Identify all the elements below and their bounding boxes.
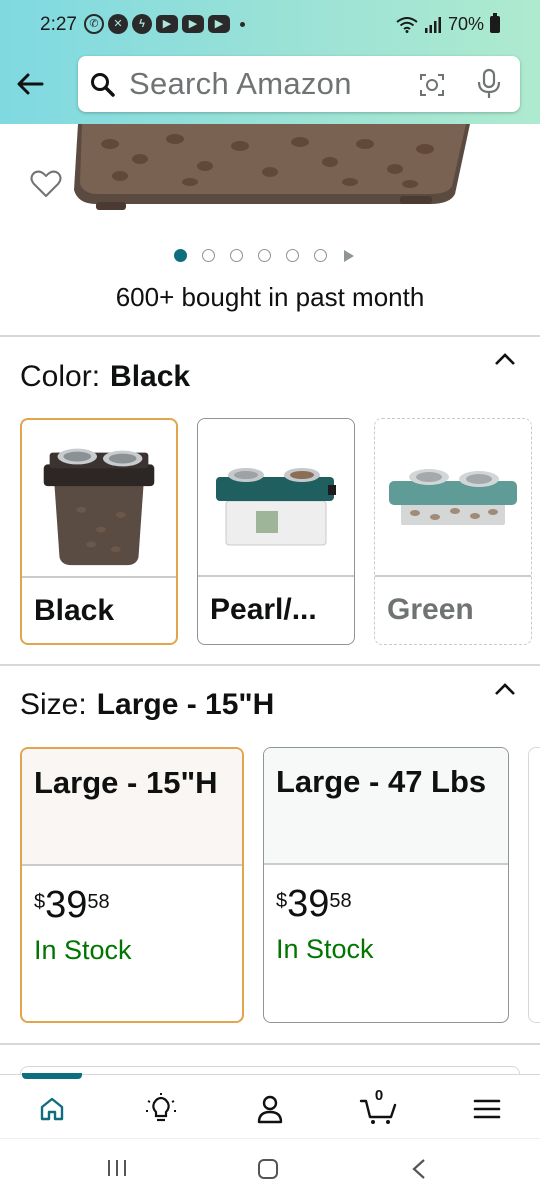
section-divider	[0, 335, 540, 337]
section-divider	[0, 1043, 540, 1045]
youtube-icon: ▶	[208, 15, 230, 33]
search-input[interactable]: Search Amazon	[129, 66, 352, 102]
status-bar: 2:27 ✆ ✕ ϟ ▶ ▶ ▶ 70%	[0, 0, 540, 52]
youtube-icon: ▶	[156, 15, 178, 33]
size-option-separator	[264, 863, 508, 865]
back-button[interactable]	[12, 66, 48, 102]
whatsapp-icon: ✆	[84, 14, 104, 34]
home-icon	[40, 1097, 64, 1121]
color-option-label: Pearl/...	[210, 593, 317, 626]
chevron-up-icon[interactable]	[494, 352, 516, 366]
video-play-icon[interactable]	[344, 249, 354, 262]
youtube-icon: ▶	[182, 15, 204, 33]
wishlist-heart-button[interactable]	[30, 170, 62, 203]
price-symbol: $	[34, 891, 46, 913]
battery-percent: 70%	[447, 14, 484, 34]
camera-scan-icon[interactable]	[418, 71, 446, 99]
price-fraction: 58	[329, 890, 352, 912]
system-navigation	[0, 1138, 540, 1200]
stock-status: In Stock	[276, 934, 374, 964]
messenger-icon: ϟ	[132, 14, 152, 34]
carousel-dot[interactable]	[174, 249, 187, 262]
cart-count-badge: 0	[374, 1087, 384, 1104]
product-image-graphic	[74, 124, 470, 210]
heart-icon	[30, 170, 62, 197]
more-notifications-dot	[240, 21, 245, 27]
account-icon	[257, 1095, 283, 1124]
color-option-label: Green	[387, 593, 474, 626]
stock-status: In Stock	[34, 935, 132, 965]
section-divider	[0, 664, 540, 666]
status-right: 70%	[396, 13, 500, 35]
price-whole: 39	[45, 884, 88, 926]
pearl-feeder-image	[216, 468, 336, 546]
color-selected-value: Black	[110, 360, 191, 393]
arrow-left-icon	[17, 73, 44, 95]
nav-cart[interactable]: 0	[358, 1087, 400, 1129]
color-option-green[interactable]: Green	[374, 418, 532, 645]
microphone-icon[interactable]	[476, 68, 502, 100]
size-option-next[interactable]	[528, 747, 540, 1023]
carousel-dot[interactable]	[286, 249, 299, 262]
carousel-dot[interactable]	[230, 249, 243, 262]
recents-icon[interactable]	[106, 1157, 128, 1179]
color-label: Color:	[20, 360, 101, 393]
size-option-large-47-lbs[interactable]: Large - 47 Lbs $ 39 58 In Stock	[263, 747, 509, 1023]
active-tab-indicator	[22, 1073, 82, 1079]
carousel-dot[interactable]	[258, 249, 271, 262]
carousel-dot[interactable]	[314, 249, 327, 262]
notification-icons: ✆ ✕ ϟ ▶ ▶ ▶	[84, 14, 245, 34]
battery-icon	[490, 13, 500, 33]
carousel-dot[interactable]	[202, 249, 215, 262]
lightbulb-icon	[146, 1093, 176, 1122]
signal-icon	[424, 16, 441, 33]
nav-inspire[interactable]	[141, 1089, 181, 1129]
size-label: Size:	[20, 688, 87, 721]
bottom-navigation: 0	[0, 1073, 540, 1138]
swatch-separator	[375, 575, 531, 577]
size-option-separator	[22, 864, 242, 866]
size-option-name: Large - 47 Lbs	[276, 764, 487, 799]
product-image[interactable]	[0, 124, 540, 234]
chevron-up-icon[interactable]	[494, 682, 516, 696]
price-whole: 39	[287, 883, 330, 925]
color-option-black[interactable]: Black	[20, 418, 178, 645]
nav-home[interactable]	[32, 1089, 72, 1129]
green-feeder-image	[389, 469, 517, 525]
nav-account[interactable]	[250, 1089, 290, 1129]
size-option-name: Large - 15"H	[34, 765, 218, 800]
bought-count-text: 600+ bought in past month	[115, 282, 425, 312]
size-section-title: Size: Large - 15"H	[20, 688, 274, 722]
black-feeder-image	[43, 448, 155, 566]
back-chevron-icon[interactable]	[410, 1157, 428, 1181]
size-option-price: $ 39 58	[276, 884, 352, 924]
x-icon: ✕	[108, 14, 128, 34]
size-option-price: $ 39 58	[34, 885, 110, 925]
color-option-label: Black	[34, 594, 115, 627]
color-section-title: Color: Black	[20, 360, 190, 394]
color-option-pearl[interactable]: Pearl/...	[197, 418, 355, 645]
home-circle-icon[interactable]	[256, 1157, 280, 1181]
search-icon	[91, 73, 115, 97]
swatch-separator	[22, 576, 176, 578]
status-time: 2:27	[40, 14, 77, 35]
swatch-separator	[198, 575, 354, 577]
price-fraction: 58	[87, 891, 110, 913]
price-symbol: $	[276, 890, 288, 912]
menu-icon	[473, 1099, 501, 1119]
size-option-large-15h[interactable]: Large - 15"H $ 39 58 In Stock	[20, 747, 244, 1023]
size-selected-value: Large - 15"H	[96, 688, 275, 721]
image-carousel-dots[interactable]	[174, 249, 354, 262]
wifi-icon	[396, 16, 418, 33]
search-bar[interactable]: Search Amazon	[78, 56, 520, 112]
nav-menu[interactable]	[467, 1089, 507, 1129]
